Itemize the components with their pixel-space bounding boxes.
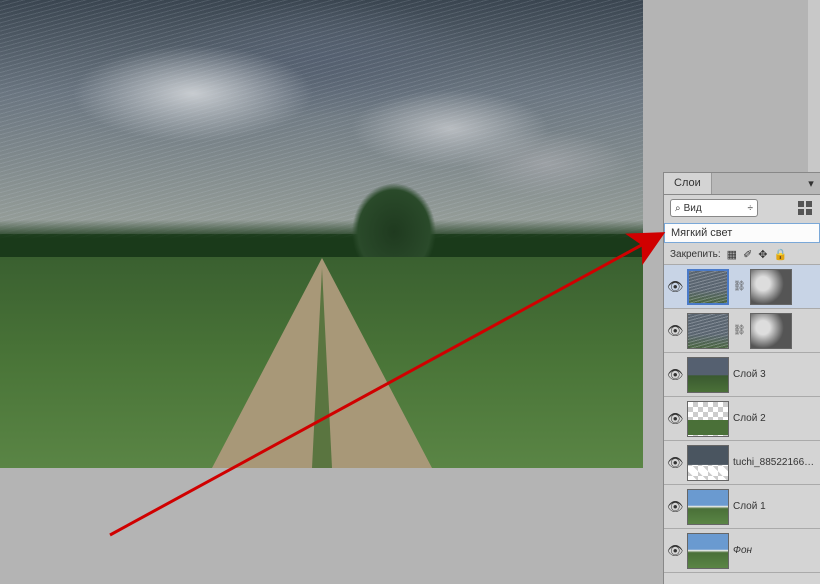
lock-position-icon[interactable]: ✥ bbox=[758, 248, 767, 261]
visibility-toggle-icon[interactable]: 👁 bbox=[667, 367, 683, 383]
layer-thumbnail[interactable] bbox=[687, 533, 729, 569]
layer-row[interactable]: 👁 Слой 3 bbox=[664, 353, 820, 397]
layer-name-label[interactable]: Фон bbox=[733, 545, 752, 556]
lock-pixels-icon[interactable]: ✐ bbox=[743, 248, 752, 261]
scrollbar-vertical[interactable] bbox=[808, 0, 820, 172]
layer-thumbnail[interactable] bbox=[687, 357, 729, 393]
filter-row: ⌕ Вид ÷ bbox=[664, 195, 820, 221]
panel-tab-bar: Слои ▾ bbox=[664, 173, 820, 195]
layer-name-label[interactable]: Слой 1 bbox=[733, 501, 766, 512]
visibility-toggle-icon[interactable]: 👁 bbox=[667, 411, 683, 427]
layer-row[interactable]: 👁 Слой 2 bbox=[664, 397, 820, 441]
road bbox=[212, 258, 432, 468]
blend-mode-dropdown[interactable]: Мягкий свет bbox=[664, 223, 820, 243]
layers-panel: Слои ▾ ⌕ Вид ÷ Мягкий свет Закрепить: ▦ … bbox=[663, 172, 820, 584]
rain-overlay bbox=[0, 0, 643, 257]
layer-mask-thumbnail[interactable] bbox=[750, 313, 792, 349]
layer-filter-dropdown[interactable]: ⌕ Вид ÷ bbox=[670, 199, 758, 217]
layer-thumbnail[interactable] bbox=[687, 269, 729, 305]
layer-row[interactable]: 👁 Фон bbox=[664, 529, 820, 573]
visibility-toggle-icon[interactable]: 👁 bbox=[667, 499, 683, 515]
panel-menu-icon[interactable]: ▾ bbox=[802, 173, 820, 194]
layer-name-label[interactable]: Слой 3 bbox=[733, 369, 766, 380]
layers-list: 👁⛓👁⛓👁Слой 3👁Слой 2👁tuchi_88522166…👁Слой … bbox=[664, 265, 820, 584]
filter-label: Вид bbox=[684, 203, 702, 214]
visibility-toggle-icon[interactable]: 👁 bbox=[667, 543, 683, 559]
lock-row: Закрепить: ▦ ✐ ✥ 🔒 bbox=[664, 245, 820, 265]
layer-row[interactable]: 👁 tuchi_88522166… bbox=[664, 441, 820, 485]
layer-thumbnail[interactable] bbox=[687, 489, 729, 525]
visibility-toggle-icon[interactable]: 👁 bbox=[667, 323, 683, 339]
canvas-image[interactable] bbox=[0, 0, 643, 468]
filter-type-icon[interactable] bbox=[798, 201, 814, 215]
layer-name-label[interactable]: tuchi_88522166… bbox=[733, 457, 814, 468]
layer-mask-thumbnail[interactable] bbox=[750, 269, 792, 305]
layer-thumbnail[interactable] bbox=[687, 401, 729, 437]
visibility-toggle-icon[interactable]: 👁 bbox=[667, 455, 683, 471]
layer-row[interactable]: 👁⛓ bbox=[664, 265, 820, 309]
layer-thumbnail[interactable] bbox=[687, 445, 729, 481]
layer-row[interactable]: 👁 Слой 1 bbox=[664, 485, 820, 529]
mask-link-icon[interactable]: ⛓ bbox=[733, 281, 746, 292]
layer-row[interactable]: 👁⛓ bbox=[664, 309, 820, 353]
tab-layers[interactable]: Слои bbox=[664, 173, 712, 194]
chevron-down-icon: ÷ bbox=[748, 203, 754, 214]
lock-all-icon[interactable]: 🔒 bbox=[774, 248, 788, 261]
workspace: Слои ▾ ⌕ Вид ÷ Мягкий свет Закрепить: ▦ … bbox=[0, 0, 820, 584]
lock-transparency-icon[interactable]: ▦ bbox=[727, 248, 737, 261]
layer-thumbnail[interactable] bbox=[687, 313, 729, 349]
visibility-toggle-icon[interactable]: 👁 bbox=[667, 279, 683, 295]
mask-link-icon[interactable]: ⛓ bbox=[733, 325, 746, 336]
lock-label: Закрепить: bbox=[670, 249, 721, 260]
search-icon: ⌕ bbox=[675, 203, 681, 214]
layer-name-label[interactable]: Слой 2 bbox=[733, 413, 766, 424]
